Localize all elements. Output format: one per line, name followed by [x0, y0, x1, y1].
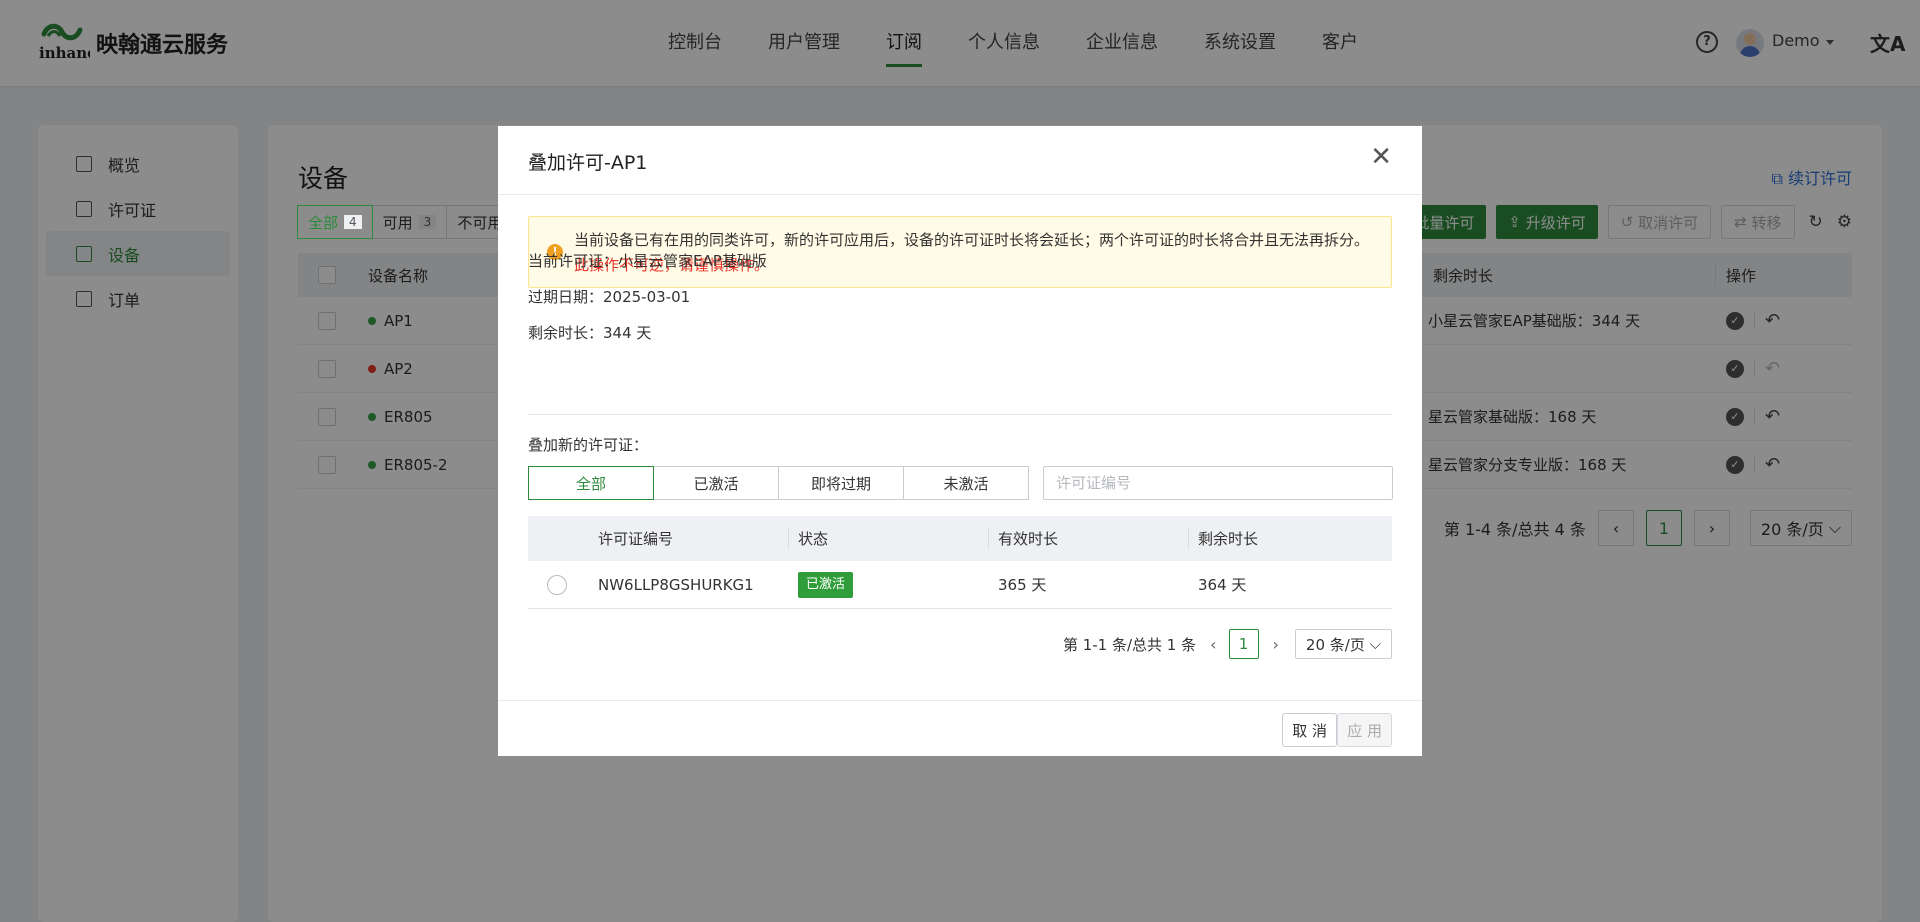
pagination-summary: 第 1-1 条/总共 1 条: [1062, 635, 1197, 654]
expiry-date: 过期日期：2025-03-01: [528, 288, 691, 306]
col-status: 状态: [798, 530, 829, 548]
column-divider: [1188, 528, 1189, 549]
stack-new-license-label: 叠加新的许可证：: [528, 436, 649, 454]
current-license: 当前许可证：小星云管家EAP基础版: [528, 252, 767, 270]
apply-button[interactable]: 应 用: [1337, 713, 1392, 747]
segment-3[interactable]: 未激活: [903, 466, 1029, 500]
page-size-select[interactable]: 20 条/页 ⌵: [1294, 629, 1392, 659]
status-badge: 已激活: [798, 571, 854, 598]
license-number-search-input[interactable]: [1043, 466, 1393, 500]
segment-1[interactable]: 已激活: [653, 466, 779, 500]
table-row[interactable]: NW6LLP8GSHURKG1 已激活 365 天 364 天: [528, 561, 1392, 609]
next-page-button[interactable]: ›: [1273, 635, 1279, 654]
license-number: NW6LLP8GSHURKG1: [598, 575, 754, 594]
count-badge: 4: [344, 215, 362, 229]
close-icon[interactable]: ✕: [1370, 144, 1392, 170]
dialog-header: 叠加许可-AP1 ✕: [498, 126, 1422, 195]
chevron-down-icon: ⌵: [1369, 635, 1381, 653]
divider: [528, 414, 1392, 415]
valid-duration: 365 天: [998, 576, 1047, 594]
dialog-footer: 取 消 应 用: [498, 700, 1422, 756]
license-table-header: 许可证编号 状态 有效时长 剩余时长: [528, 516, 1392, 561]
stack-license-dialog: 叠加许可-AP1 ✕ ! 当前设备已有在用的同类许可，新的许可应用后，设备的许可…: [498, 126, 1422, 756]
col-remaining-duration: 剩余时长: [1198, 530, 1259, 548]
license-table: 许可证编号 状态 有效时长 剩余时长 NW6LLP8GSHURKG1 已激活 365…: [528, 516, 1392, 609]
col-valid-duration: 有效时长: [998, 530, 1059, 548]
license-pagination: 第 1-1 条/总共 1 条 ‹ 1 › 20 条/页 ⌵: [1063, 629, 1392, 659]
remaining-duration: 364 天: [1198, 576, 1247, 594]
license-table-body: NW6LLP8GSHURKG1 已激活 365 天 364 天: [528, 561, 1392, 609]
page-1-button[interactable]: 1: [1228, 629, 1259, 659]
column-divider: [788, 528, 789, 549]
row-radio[interactable]: [547, 574, 567, 595]
segment-0[interactable]: 全部: [528, 466, 654, 500]
col-license-number: 许可证编号: [598, 530, 674, 548]
remaining-duration: 剩余时长：344 天: [528, 324, 652, 342]
page-size-value: 20 条/页: [1305, 635, 1365, 654]
prev-page-button[interactable]: ‹: [1210, 635, 1216, 654]
segment-2[interactable]: 即将过期: [778, 466, 904, 500]
warning-message: 当前设备已有在用的同类许可，新的许可应用后，设备的许可证时长将会延长；两个许可证…: [574, 231, 1370, 249]
cancel-button[interactable]: 取 消: [1282, 713, 1337, 747]
column-divider: [988, 528, 989, 549]
filter-tab-0[interactable]: 全部 4: [297, 205, 373, 239]
license-filter-segments: 全部 已激活 即将过期 未激活: [528, 466, 1029, 500]
dialog-title: 叠加许可-AP1: [528, 152, 648, 174]
filter-tab-label: 全部: [308, 213, 339, 232]
